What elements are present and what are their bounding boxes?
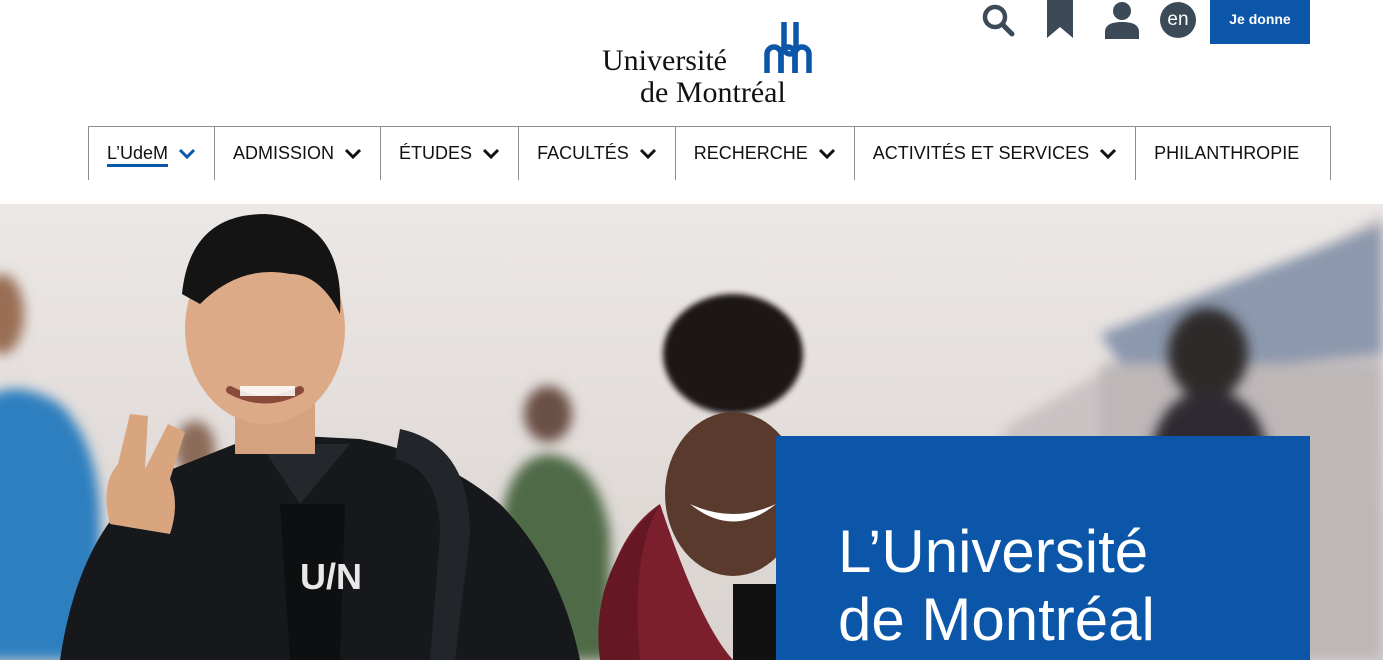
hero-title-line-2: de Montréal <box>838 586 1155 653</box>
account-button[interactable] <box>1102 0 1142 40</box>
chevron-down-icon <box>818 148 836 160</box>
university-logo[interactable]: Université de Montréal <box>600 18 830 109</box>
udem-emblem-icon <box>764 22 812 73</box>
chevron-down-icon <box>178 148 196 160</box>
search-icon <box>982 4 1015 37</box>
chevron-down-icon <box>1099 148 1117 160</box>
hero-title: L’Université de Montréal <box>838 518 1155 654</box>
user-icon <box>1105 2 1139 39</box>
nav-item-activites-services[interactable]: ACTIVITÉS ET SERVICES <box>853 127 1135 180</box>
nav-item-udem[interactable]: L’UdeM <box>88 127 214 180</box>
shirt-print: U/N <box>300 556 362 597</box>
bookmark-button[interactable] <box>1040 0 1080 40</box>
hero-banner: U/N L’Université de Montréal <box>0 204 1383 660</box>
nav-item-admission[interactable]: ADMISSION <box>214 127 380 180</box>
donate-button[interactable]: Je donne <box>1210 0 1310 44</box>
nav-item-label: FACULTÉS <box>537 143 629 163</box>
logo-line-2: de Montréal <box>640 76 786 109</box>
nav-item-etudes[interactable]: ÉTUDES <box>380 127 518 180</box>
nav-item-recherche[interactable]: RECHERCHE <box>674 127 854 180</box>
search-button[interactable] <box>978 0 1018 40</box>
nav-item-label: PHILANTHROPIE <box>1154 143 1300 163</box>
hero-title-line-1: L’Université <box>838 518 1149 585</box>
hero-title-box: L’Université de Montréal <box>776 436 1310 660</box>
nav-item-label: RECHERCHE <box>693 143 808 163</box>
nav-item-label: L’UdeM <box>107 143 169 167</box>
nav-item-label: ÉTUDES <box>399 143 473 163</box>
chevron-down-icon <box>482 148 500 160</box>
nav-item-philanthropie[interactable]: PHILANTHROPIE <box>1135 127 1331 180</box>
chevron-down-icon <box>344 148 362 160</box>
main-navigation: L’UdeM ADMISSION ÉTUDES FACULTÉS RECHERC… <box>88 126 1331 180</box>
language-toggle-button[interactable]: en <box>1160 2 1196 38</box>
nav-item-facultes[interactable]: FACULTÉS <box>518 127 675 180</box>
nav-item-label: ADMISSION <box>233 143 335 163</box>
logo-line-1: Université <box>602 44 727 77</box>
utility-bar: en Je donne <box>956 0 1310 44</box>
bookmark-icon <box>1047 0 1073 38</box>
nav-item-label: ACTIVITÉS ET SERVICES <box>872 143 1090 163</box>
chevron-down-icon <box>639 148 657 160</box>
